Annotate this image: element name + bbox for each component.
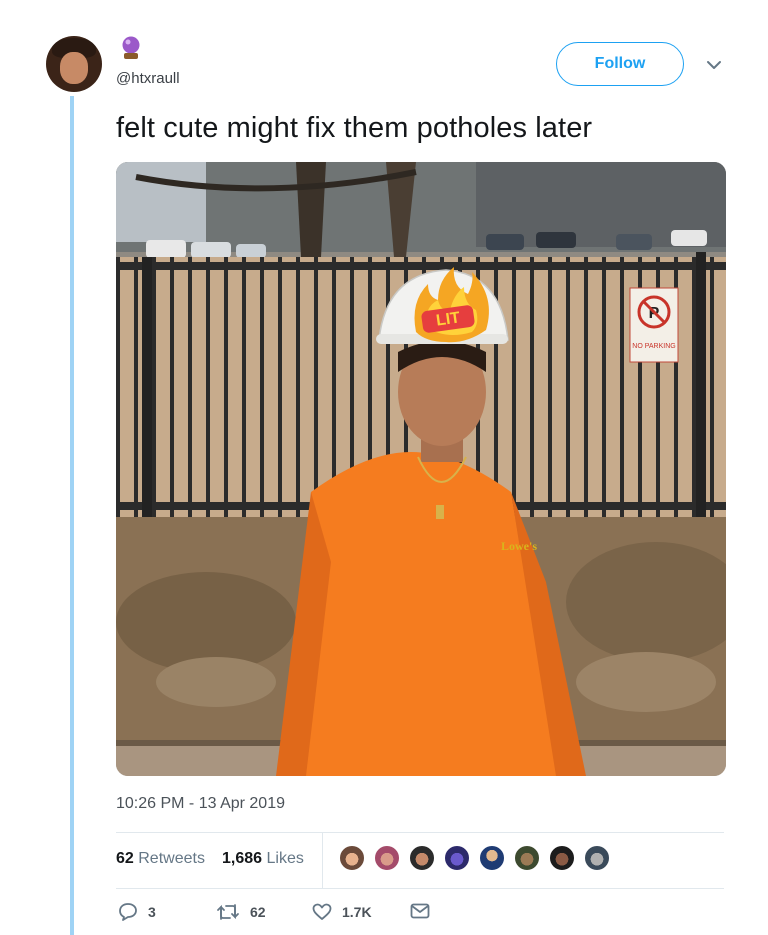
likes-label: Likes xyxy=(266,850,304,867)
tweet-photo[interactable]: P NO PARKING Lowe's LIT xyxy=(116,162,726,776)
divider-bottom xyxy=(116,888,724,889)
retweet-icon xyxy=(217,904,239,920)
likes-count: 1,686 xyxy=(222,850,263,867)
liker-avatar[interactable] xyxy=(513,844,541,872)
retweets-label: Retweets xyxy=(138,850,205,867)
stats-divider xyxy=(322,832,323,888)
tweet-text: felt cute might fix them potholes later xyxy=(116,112,593,144)
reply-action[interactable]: 3 xyxy=(118,903,156,921)
retweet-action[interactable]: 62 xyxy=(216,903,266,921)
divider-top xyxy=(116,832,724,833)
liker-avatar[interactable] xyxy=(548,844,576,872)
shirt-logo: Lowe's xyxy=(501,539,537,553)
follow-button[interactable]: Follow xyxy=(556,42,684,86)
liker-avatar[interactable] xyxy=(478,844,506,872)
retweets-stat[interactable]: 62 Retweets xyxy=(116,850,205,868)
svg-text:LIT: LIT xyxy=(435,309,461,329)
envelope-icon xyxy=(410,903,430,919)
message-action[interactable] xyxy=(410,903,440,919)
author-handle[interactable]: @htxraull xyxy=(116,70,180,87)
crystal-ball-icon xyxy=(120,36,142,60)
avatar-face xyxy=(60,52,88,84)
liker-avatar[interactable] xyxy=(443,844,471,872)
like-count: 1.7K xyxy=(342,904,372,920)
retweets-count: 62 xyxy=(116,850,134,867)
svg-text:NO PARKING: NO PARKING xyxy=(632,343,675,350)
reply-count: 3 xyxy=(148,904,156,920)
chevron-down-icon[interactable] xyxy=(705,56,723,74)
liker-avatar[interactable] xyxy=(373,844,401,872)
no-parking-sign: P NO PARKING xyxy=(629,287,679,363)
like-action[interactable]: 1.7K xyxy=(312,903,372,921)
liker-avatar[interactable] xyxy=(408,844,436,872)
tweet-timestamp[interactable]: 10:26 PM - 13 Apr 2019 xyxy=(116,795,285,813)
liker-avatar[interactable] xyxy=(583,844,611,872)
liker-avatar[interactable] xyxy=(338,844,366,872)
likes-stat[interactable]: 1,686 Likes xyxy=(222,850,304,868)
retweet-count: 62 xyxy=(250,904,266,920)
heart-icon xyxy=(312,903,332,920)
thread-line xyxy=(70,96,74,935)
reply-icon xyxy=(119,903,137,921)
author-avatar[interactable] xyxy=(46,36,102,92)
